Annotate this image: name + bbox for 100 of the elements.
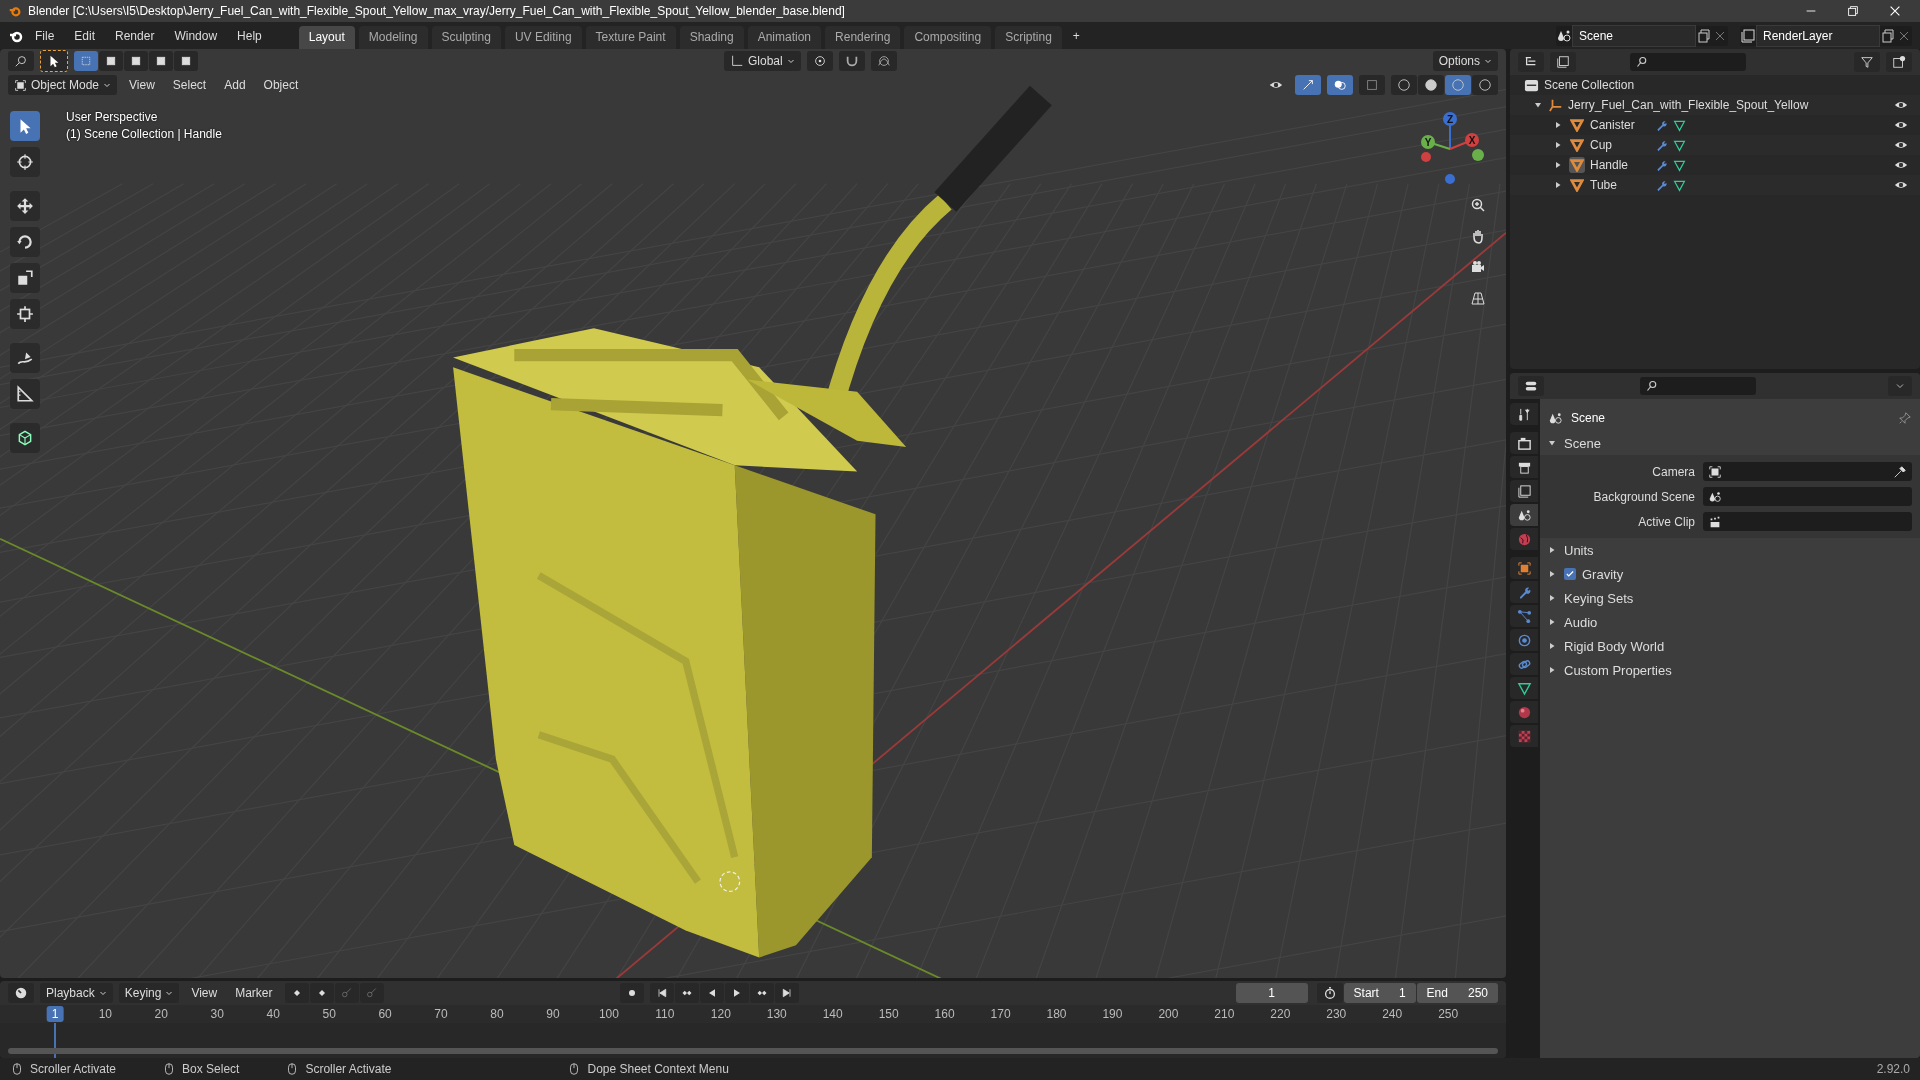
properties-tab[interactable] bbox=[1510, 456, 1538, 478]
editor-type-dropdown[interactable] bbox=[1518, 376, 1544, 396]
expand-triangle-icon[interactable] bbox=[1554, 161, 1562, 169]
keyframe-button[interactable] bbox=[284, 983, 309, 1003]
grid-icon[interactable] bbox=[1470, 290, 1486, 306]
tool-button[interactable] bbox=[10, 343, 40, 373]
copy-icon[interactable] bbox=[1696, 27, 1712, 44]
tool-button[interactable] bbox=[10, 299, 40, 329]
panel-title[interactable]: Custom Properties bbox=[1564, 662, 1672, 678]
expand-triangle-icon[interactable] bbox=[1554, 121, 1562, 129]
scene-selector[interactable]: Scene bbox=[1572, 24, 1696, 47]
selection-mode-button[interactable] bbox=[174, 51, 198, 71]
panel-title[interactable]: Keying Sets bbox=[1564, 590, 1634, 606]
collapse-triangle-icon[interactable] bbox=[1534, 101, 1542, 109]
shading-mode-button[interactable] bbox=[1472, 75, 1498, 95]
selection-mode-button[interactable] bbox=[124, 51, 148, 71]
keyframe-button[interactable] bbox=[309, 983, 334, 1003]
playback-button[interactable] bbox=[649, 983, 674, 1003]
viewport-menu[interactable]: Object bbox=[257, 75, 305, 95]
editor-type-dropdown[interactable] bbox=[8, 983, 34, 1003]
proportional-edit-button[interactable] bbox=[870, 51, 897, 71]
mesh-object-icon[interactable] bbox=[1570, 138, 1584, 152]
workspace-tab[interactable]: Animation bbox=[747, 26, 822, 49]
pin-icon[interactable] bbox=[1898, 411, 1912, 425]
mesh-object-icon[interactable] bbox=[1570, 178, 1584, 192]
menu-item[interactable]: Edit bbox=[65, 25, 105, 46]
menu-item[interactable]: Render bbox=[106, 25, 164, 46]
panel-title[interactable]: Audio bbox=[1564, 614, 1598, 630]
shading-mode-button[interactable] bbox=[1418, 75, 1444, 95]
shading-mode-button[interactable] bbox=[1391, 75, 1417, 95]
stopwatch-toggle[interactable] bbox=[1316, 983, 1343, 1003]
properties-tab[interactable] bbox=[1510, 403, 1538, 425]
menu-item[interactable]: Window bbox=[165, 25, 227, 46]
collapse-triangle-icon[interactable] bbox=[1548, 439, 1556, 447]
tool-button[interactable] bbox=[10, 191, 40, 221]
display-mode-dropdown[interactable] bbox=[1550, 52, 1576, 72]
gizmo-axis-handle[interactable] bbox=[1445, 174, 1455, 184]
workspace-tab[interactable]: Rendering bbox=[825, 26, 901, 49]
workspace-tab[interactable]: Sculpting bbox=[431, 26, 501, 49]
search-field[interactable] bbox=[1630, 53, 1746, 71]
playhead-frame[interactable]: 1 bbox=[46, 1006, 64, 1022]
pivot-dropdown[interactable] bbox=[806, 51, 833, 71]
timeline-menu[interactable]: Keying bbox=[118, 983, 180, 1003]
current-frame-field[interactable]: 1 bbox=[1235, 983, 1308, 1003]
close-icon[interactable] bbox=[1888, 4, 1902, 18]
workspace-tab[interactable]: Scripting bbox=[995, 26, 1062, 49]
editor-type-dropdown[interactable] bbox=[1518, 52, 1544, 72]
gizmo-axis-handle[interactable]: Z bbox=[1443, 112, 1457, 150]
tool-button[interactable] bbox=[10, 147, 40, 177]
expand-triangle-icon[interactable] bbox=[1548, 642, 1556, 650]
outliner-item[interactable]: Tube bbox=[1590, 178, 1650, 192]
outliner-item[interactable]: Scene Collection bbox=[1544, 78, 1635, 92]
playback-button[interactable] bbox=[699, 983, 724, 1003]
outliner-item[interactable]: Canister bbox=[1590, 118, 1650, 132]
playback-button[interactable] bbox=[674, 983, 699, 1003]
viewport-menu[interactable]: Add bbox=[218, 75, 252, 95]
playback-button[interactable] bbox=[749, 983, 774, 1003]
selection-mode-button[interactable] bbox=[99, 51, 123, 71]
workspace-tab[interactable]: UV Editing bbox=[504, 26, 582, 49]
copy-icon[interactable] bbox=[1880, 27, 1896, 44]
gizmo-axis-handle[interactable] bbox=[1421, 152, 1431, 162]
expand-triangle-icon[interactable] bbox=[1548, 570, 1556, 578]
filter-dropdown[interactable] bbox=[1854, 52, 1880, 72]
panel-title[interactable]: Gravity bbox=[1582, 566, 1624, 582]
editor-type-dropdown[interactable] bbox=[8, 51, 34, 71]
camera-icon[interactable] bbox=[1470, 259, 1486, 275]
gizmo-axis-handle[interactable]: X bbox=[1449, 133, 1479, 150]
overlay-toggle[interactable] bbox=[1327, 75, 1353, 95]
gizmo-axis-handle[interactable]: Y bbox=[1421, 135, 1451, 150]
panel-title[interactable]: Units bbox=[1564, 542, 1594, 558]
view-layer-selector[interactable]: RenderLayer bbox=[1756, 24, 1880, 47]
search-field[interactable] bbox=[1640, 377, 1756, 395]
zoom-icon[interactable] bbox=[1470, 197, 1486, 213]
options-dropdown[interactable]: Options bbox=[1432, 51, 1498, 71]
properties-tab[interactable] bbox=[1510, 432, 1538, 454]
properties-tab[interactable] bbox=[1510, 504, 1538, 526]
gizmo-axis-handle[interactable] bbox=[1472, 149, 1484, 161]
outliner-item[interactable]: Cup bbox=[1590, 138, 1650, 152]
workspace-tab[interactable]: Layout bbox=[298, 26, 355, 49]
expand-triangle-icon[interactable] bbox=[1554, 181, 1562, 189]
outliner-item[interactable]: Jerry_Fuel_Can_with_Flexible_Spout_Yellow bbox=[1568, 98, 1809, 112]
mesh-object-icon[interactable] bbox=[1570, 118, 1584, 132]
object-field[interactable] bbox=[1703, 487, 1912, 506]
playback-button[interactable] bbox=[724, 983, 749, 1003]
properties-tab[interactable] bbox=[1510, 480, 1538, 502]
object-field[interactable] bbox=[1703, 512, 1912, 531]
tool-button[interactable] bbox=[10, 263, 40, 293]
mesh-object-icon[interactable] bbox=[1570, 158, 1584, 172]
properties-tab[interactable] bbox=[1510, 557, 1538, 579]
gizmo-toggle[interactable] bbox=[1295, 75, 1321, 95]
expand-triangle-icon[interactable] bbox=[1548, 594, 1556, 602]
expand-triangle-icon[interactable] bbox=[1548, 666, 1556, 674]
new-collection-button[interactable] bbox=[1886, 52, 1912, 72]
panel-title[interactable]: Rigid Body World bbox=[1564, 638, 1665, 654]
workspace-tab[interactable]: Shading bbox=[679, 26, 744, 49]
select-tool-button[interactable] bbox=[40, 50, 68, 72]
add-workspace-button[interactable]: + bbox=[1063, 25, 1089, 46]
menu-item[interactable]: Help bbox=[228, 25, 271, 46]
tool-button[interactable] bbox=[10, 379, 40, 409]
workspace-tab[interactable]: Compositing bbox=[904, 26, 992, 49]
